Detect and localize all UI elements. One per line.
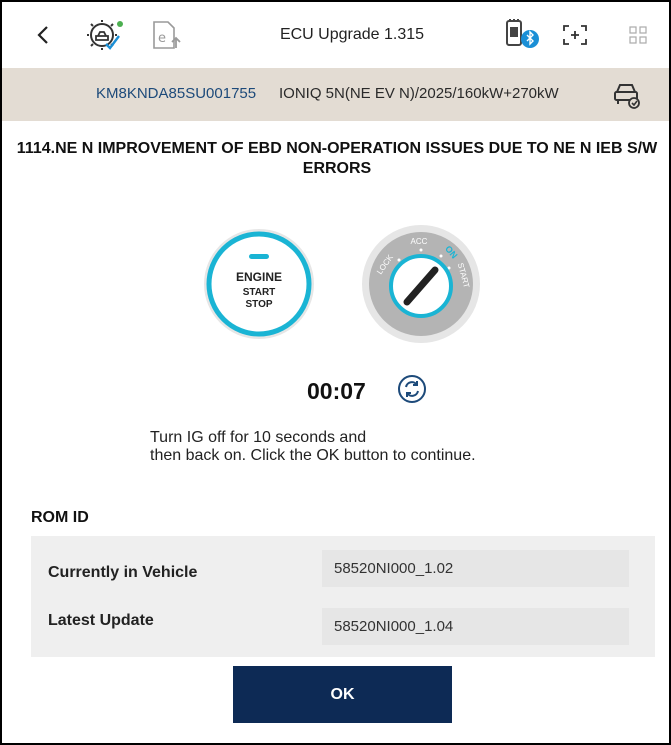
instruction-text: Turn IG off for 10 seconds and then back… — [150, 429, 476, 465]
vehicle-diagnostic-button[interactable] — [612, 80, 642, 110]
app-frame: e ECU Upgrade 1.315 KM8KNDA85SU001755 IO… — [0, 0, 671, 745]
e-upload-button[interactable]: e — [146, 16, 186, 54]
vehicle-vin: KM8KNDA85SU001755 — [96, 85, 257, 102]
current-rom-value: 58520NI000_1.02 — [334, 560, 454, 577]
gear-car-check-icon — [87, 20, 123, 50]
procedure-heading: 1114.NE N IMPROVEMENT OF EBD NON-OPERATI… — [16, 140, 658, 177]
vci-bluetooth-button[interactable] — [502, 16, 544, 54]
refresh-icon — [398, 375, 426, 403]
grid-menu-button[interactable] — [624, 16, 652, 54]
vehicle-description: IONIQ 5N(NE EV N)/2025/160kW+270kW — [279, 85, 559, 102]
ignition-acc-label: ACC — [411, 237, 428, 246]
back-button[interactable] — [26, 16, 60, 54]
latest-rom-label: Latest Update — [48, 612, 154, 629]
ok-button[interactable]: OK — [233, 666, 452, 723]
engine-label-2: START — [243, 287, 276, 298]
engine-label-1: ENGINE — [236, 270, 282, 284]
current-rom-value-box: 58520NI000_1.02 — [322, 550, 629, 587]
instruction-line-1: Turn IG off for 10 seconds and — [150, 429, 367, 446]
back-icon — [37, 26, 48, 44]
rom-id-table: Currently in Vehicle 58520NI000_1.02 Lat… — [31, 536, 655, 657]
gear-car-check-button[interactable] — [86, 16, 126, 54]
page-title: ECU Upgrade 1.315 — [279, 26, 425, 43]
vehicle-info-bar: KM8KNDA85SU001755 IONIQ 5N(NE EV N)/2025… — [2, 68, 669, 121]
top-bar: e ECU Upgrade 1.315 — [2, 2, 669, 68]
bluetooth-vci-icon — [506, 19, 539, 48]
grid-menu-icon — [629, 26, 647, 44]
latest-rom-value: 58520NI000_1.04 — [334, 618, 454, 635]
countdown-timer: 00:07 — [307, 378, 366, 404]
svg-text:e: e — [158, 31, 166, 46]
refresh-button[interactable] — [397, 374, 427, 404]
instruction-line-2: then back on. Click the OK button to con… — [150, 447, 476, 464]
screen-capture-icon — [563, 25, 587, 45]
current-rom-label: Currently in Vehicle — [48, 564, 198, 581]
engine-label-3: STOP — [245, 299, 272, 310]
e-upload-icon: e — [153, 21, 181, 49]
ignition-key-illustration: LOCK ACC ON START — [361, 224, 481, 344]
engine-start-stop-illustration: ENGINE START STOP — [203, 228, 315, 340]
rom-id-label: ROM ID — [31, 509, 89, 526]
latest-rom-value-box: 58520NI000_1.04 — [322, 608, 629, 645]
car-diagnostic-icon — [614, 84, 640, 109]
screen-capture-button[interactable] — [558, 16, 592, 54]
